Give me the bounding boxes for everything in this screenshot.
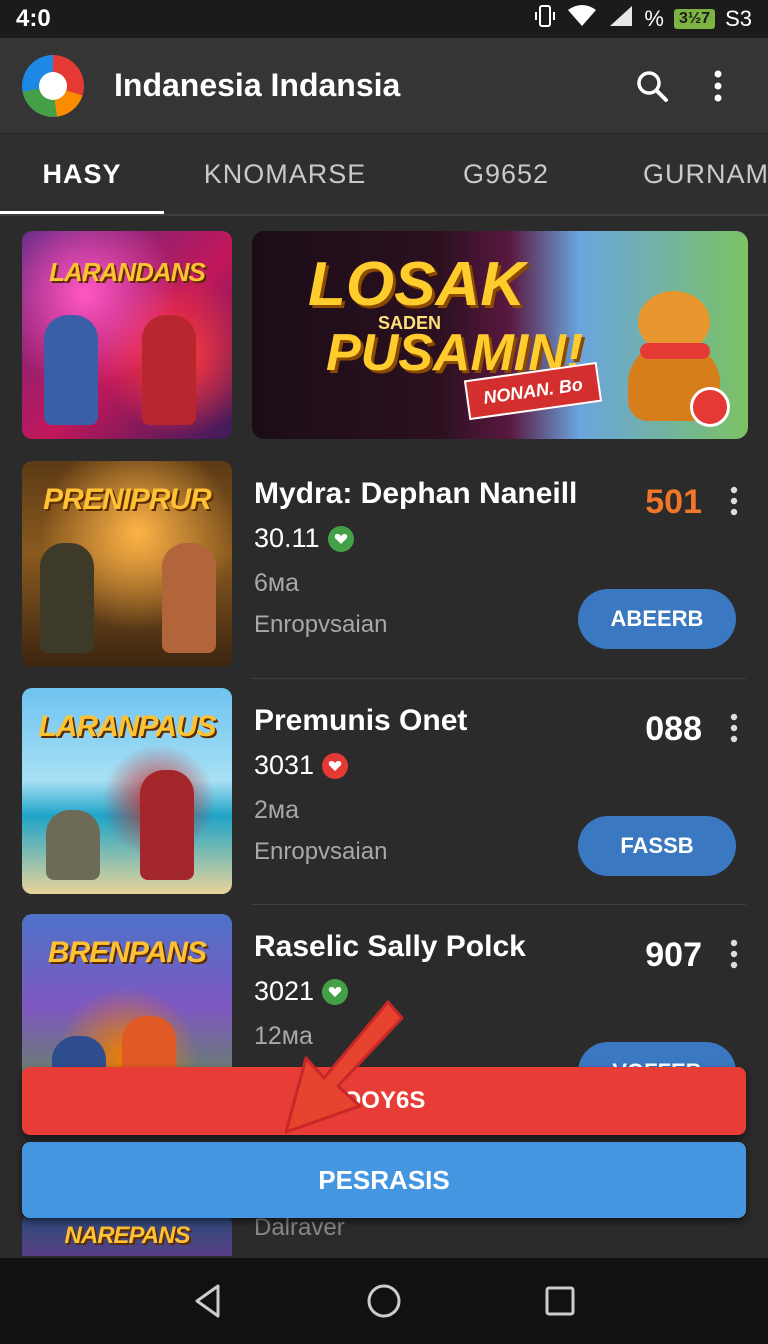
game-count: 3021 bbox=[254, 976, 349, 1007]
status-extra: S3 bbox=[725, 6, 752, 31]
install-button[interactable]: FASSB bbox=[578, 816, 736, 876]
game-size: 6ма bbox=[254, 569, 299, 597]
more-vertical-icon bbox=[730, 939, 738, 969]
nav-home-button[interactable] bbox=[354, 1271, 414, 1331]
vibrate-icon bbox=[534, 4, 556, 34]
more-vertical-icon bbox=[714, 70, 722, 101]
item-menu-button[interactable] bbox=[722, 710, 746, 746]
count-value: 3021 bbox=[254, 976, 315, 1006]
heart-badge-icon bbox=[322, 978, 349, 1005]
game-title: Raselic Sally Polck bbox=[254, 930, 526, 963]
back-icon bbox=[195, 1284, 220, 1318]
count-value: 3031 bbox=[254, 750, 315, 780]
recents-icon bbox=[545, 1286, 575, 1316]
more-vertical-icon bbox=[730, 713, 738, 743]
game-row-partial[interactable]: NAREPANS Dalraver bbox=[0, 1214, 768, 1256]
banner-badge-icon bbox=[690, 387, 730, 427]
game-title: Premunis Onet bbox=[254, 704, 468, 737]
status-bar: 4:0 % 3½7 S3 bbox=[0, 0, 768, 38]
red-action-button[interactable]: OOY6S bbox=[22, 1067, 746, 1135]
app-bar: Indanesia Indansia bbox=[0, 38, 768, 134]
thumb-title: BRENPANS bbox=[47, 936, 207, 969]
tab-g9652[interactable]: G9652 bbox=[406, 134, 606, 214]
row-divider bbox=[252, 904, 746, 905]
character-figure bbox=[46, 810, 100, 880]
partial-text: Dalraver bbox=[254, 1214, 345, 1241]
search-button[interactable] bbox=[624, 58, 680, 114]
tab-knomarse[interactable]: KNOMARSE bbox=[164, 134, 406, 214]
battery-icon: 3½7 bbox=[673, 9, 716, 29]
row-divider bbox=[252, 678, 746, 679]
tab-gurnam[interactable]: GURNAM bbox=[606, 134, 768, 214]
featured-thumbnail[interactable]: LARANDANS bbox=[22, 231, 232, 439]
item-menu-button[interactable] bbox=[722, 936, 746, 972]
status-time: 4:0 bbox=[16, 5, 51, 32]
app-title: Indanesia Indansia bbox=[114, 67, 401, 103]
game-thumbnail[interactable]: NAREPANS bbox=[22, 1214, 232, 1256]
game-score: 088 bbox=[645, 710, 702, 748]
thumb-title: PRENIPRUR bbox=[43, 483, 212, 516]
game-title: Mydra: Dephan Naneill bbox=[254, 477, 578, 510]
thumb-title: LARANPAUS bbox=[38, 710, 216, 743]
status-icons: % 3½7 S3 bbox=[534, 4, 752, 34]
game-count: 3031 bbox=[254, 750, 349, 781]
count-value: 30.11 bbox=[254, 523, 320, 553]
game-category: Enropvsaian bbox=[254, 838, 388, 865]
featured-banner[interactable]: LOSAK SADEN PUSAMIN! NONAN. Bo bbox=[252, 231, 748, 439]
thumb-title: NAREPANS bbox=[64, 1222, 191, 1249]
tab-hasy[interactable]: HASY bbox=[0, 134, 164, 214]
tab-bar: HASY KNOMARSE G9652 GURNAM bbox=[0, 134, 768, 216]
system-nav-bar bbox=[0, 1258, 768, 1344]
home-icon bbox=[367, 1284, 401, 1318]
app-logo[interactable] bbox=[22, 54, 84, 117]
game-row[interactable]: LARANPAUS Premunis Onet 088 3031 2ма Enr… bbox=[0, 688, 768, 914]
install-button[interactable]: ABEERB bbox=[578, 589, 736, 649]
more-vertical-icon bbox=[730, 486, 738, 516]
game-row[interactable]: PRENIPRUR Mydra: Dephan Naneill 501 30.1… bbox=[0, 461, 768, 687]
heart-badge-icon bbox=[327, 525, 354, 552]
game-score: 907 bbox=[645, 936, 702, 974]
character-figure bbox=[40, 543, 94, 653]
nav-recents-button[interactable] bbox=[530, 1271, 590, 1331]
wifi-icon bbox=[566, 4, 598, 34]
game-thumbnail[interactable]: LARANPAUS bbox=[22, 688, 232, 894]
character-figure bbox=[44, 315, 98, 425]
item-menu-button[interactable] bbox=[722, 483, 746, 519]
cell-signal-icon bbox=[608, 4, 634, 34]
featured-thumb-title: LARANDANS bbox=[49, 257, 206, 287]
character-figure bbox=[142, 315, 196, 425]
game-size: 2ма bbox=[254, 796, 299, 824]
game-thumbnail[interactable]: PRENIPRUR bbox=[22, 461, 232, 667]
heart-badge-icon bbox=[322, 752, 349, 779]
search-icon bbox=[637, 70, 668, 102]
game-score: 501 bbox=[645, 483, 702, 521]
character-figure bbox=[140, 770, 194, 880]
game-size: 12ма bbox=[254, 1022, 313, 1050]
banner-headline: LOSAK bbox=[308, 250, 525, 319]
game-count: 30.11 bbox=[254, 523, 354, 554]
blue-action-button[interactable]: PESRASIS bbox=[22, 1142, 746, 1218]
game-category: Enropvsaian bbox=[254, 611, 388, 638]
nav-back-button[interactable] bbox=[178, 1271, 238, 1331]
overflow-menu-button[interactable] bbox=[690, 58, 746, 114]
character-figure bbox=[162, 543, 216, 653]
signal-text: % bbox=[644, 6, 664, 31]
